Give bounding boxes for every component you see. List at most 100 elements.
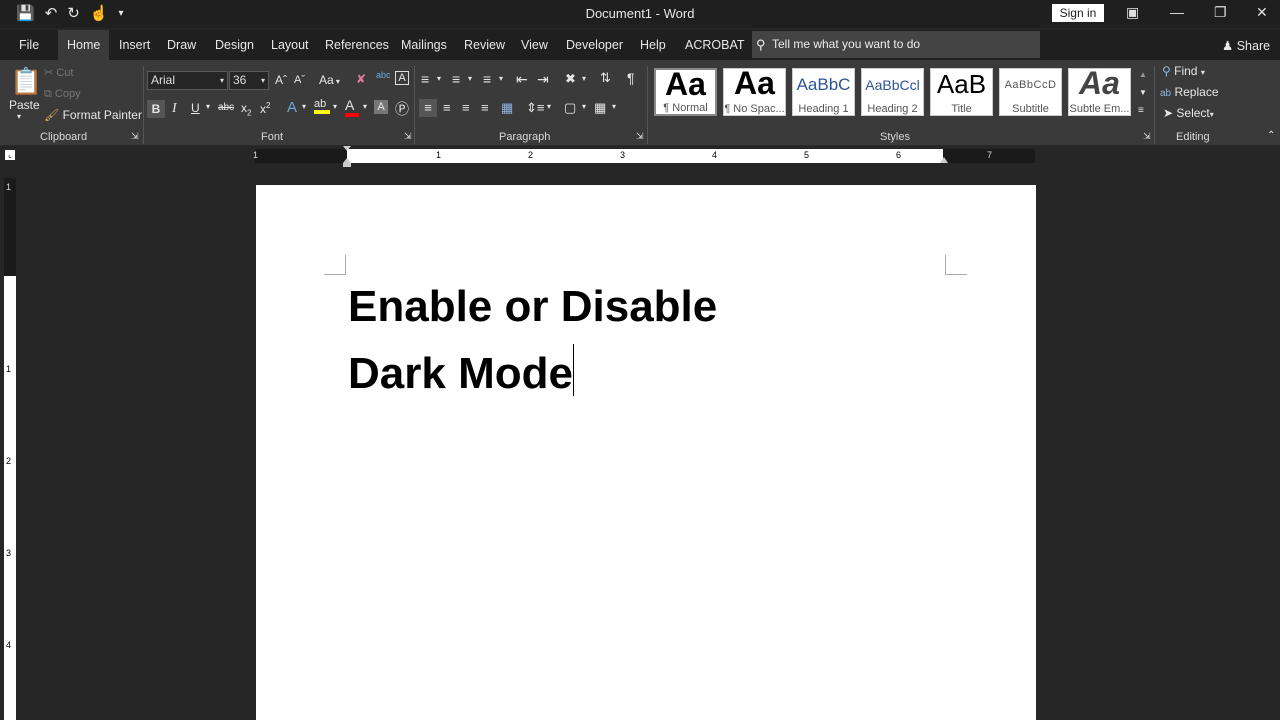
shading-dropdown-icon[interactable]: ▾ xyxy=(582,102,586,111)
font-color-dropdown-icon[interactable]: ▾ xyxy=(363,102,367,111)
borders-dropdown-icon[interactable]: ▾ xyxy=(612,102,616,111)
align-center-button[interactable]: ≡ xyxy=(443,100,451,115)
paragraph-launcher-icon[interactable]: ⇲ xyxy=(636,131,644,142)
character-border-icon[interactable]: A xyxy=(395,71,409,85)
restore-icon[interactable]: ❐ xyxy=(1214,4,1227,21)
change-case-button[interactable]: Aa ▾ xyxy=(319,73,340,87)
tab-acrobat[interactable]: ACROBAT xyxy=(676,30,754,60)
tab-view[interactable]: View xyxy=(512,30,557,60)
increase-indent-icon[interactable]: ⇥ xyxy=(537,71,549,88)
sign-in-button[interactable]: Sign in xyxy=(1052,4,1104,22)
text-effects-icon[interactable]: A xyxy=(287,99,297,116)
styles-more-icon[interactable]: ≡ xyxy=(1138,105,1144,116)
share-button[interactable]: ♟ Share xyxy=(1222,38,1270,53)
clear-formatting-icon[interactable]: ✘ xyxy=(356,72,366,86)
find-button[interactable]: ⚲ Find ▾ xyxy=(1162,64,1205,78)
ribbon-display-options-icon[interactable]: ▣ xyxy=(1126,4,1139,21)
tab-references[interactable]: References xyxy=(316,30,398,60)
font-launcher-icon[interactable]: ⇲ xyxy=(404,131,412,142)
bullets-dropdown-icon[interactable]: ▾ xyxy=(437,74,441,83)
font-size-select[interactable]: 36 ▾ xyxy=(229,71,269,90)
tell-me-search[interactable]: ⚲ Tell me what you want to do xyxy=(752,31,1040,58)
bold-button[interactable]: B xyxy=(147,100,165,118)
copy-button[interactable]: ⧉ Copy xyxy=(44,88,81,101)
style-subtle-emphasis[interactable]: Aa Subtle Em... xyxy=(1068,68,1131,116)
tab-help[interactable]: Help xyxy=(631,30,675,60)
highlight-icon[interactable]: ab​ xyxy=(314,98,330,114)
tab-selector-icon[interactable]: ⌞ xyxy=(5,150,15,160)
tab-draw[interactable]: Draw xyxy=(158,30,205,60)
clipboard-launcher-icon[interactable]: ⇲ xyxy=(131,131,139,142)
customize-qat-icon[interactable]: ▾ xyxy=(119,8,124,19)
sort-icon[interactable]: ⇅ xyxy=(600,70,611,86)
paste-button[interactable]: Paste xyxy=(9,98,40,112)
format-painter-button[interactable]: 🖌 Format Painter xyxy=(44,108,142,122)
tab-mailings[interactable]: Mailings xyxy=(392,30,456,60)
first-line-indent-marker[interactable] xyxy=(343,146,351,151)
line-spacing-dropdown-icon[interactable]: ▾ xyxy=(547,102,551,111)
save-icon[interactable]: 💾 xyxy=(16,4,35,22)
paste-dropdown-icon[interactable]: ▾ xyxy=(17,112,21,121)
tab-insert[interactable]: Insert xyxy=(110,30,159,60)
justify-button[interactable]: ≡ xyxy=(481,100,489,115)
document-page[interactable]: Enable or Disable Dark Mode xyxy=(256,185,1036,720)
style-subtitle[interactable]: AaBbCcD Subtitle xyxy=(999,68,1062,116)
bullets-icon[interactable]: ≡ xyxy=(421,71,429,87)
subscript-button[interactable]: x2 xyxy=(241,101,251,117)
style-no-spacing[interactable]: Aa ¶ No Spac... xyxy=(723,68,786,116)
tab-developer[interactable]: Developer xyxy=(557,30,632,60)
decrease-indent-icon[interactable]: ⇤ xyxy=(516,71,528,88)
strikethrough-button[interactable]: abc xyxy=(218,102,234,113)
multilevel-dropdown-icon[interactable]: ▾ xyxy=(499,74,503,83)
minimize-icon[interactable]: — xyxy=(1170,4,1184,20)
show-formatting-marks-icon[interactable]: ¶ xyxy=(627,70,635,86)
line-spacing-icon[interactable]: ⇕≡ xyxy=(526,100,544,116)
borders-icon[interactable]: ▦ xyxy=(594,100,606,116)
select-button[interactable]: ➤ Select▾ xyxy=(1163,106,1214,120)
right-indent-marker[interactable] xyxy=(940,157,948,163)
align-left-button[interactable]: ≡ xyxy=(419,99,437,117)
style-heading-2[interactable]: AaBbCcl Heading 2 xyxy=(861,68,924,116)
multilevel-list-icon[interactable]: ≡ xyxy=(483,71,491,87)
grow-font-icon[interactable]: Aˆ xyxy=(275,73,287,87)
align-right-button[interactable]: ≡ xyxy=(462,100,470,115)
document-body[interactable]: Enable or Disable Dark Mode xyxy=(348,273,717,407)
numbering-icon[interactable]: ≡ xyxy=(452,71,460,87)
asian-layout-dropdown-icon[interactable]: ▾ xyxy=(582,74,586,83)
cut-button[interactable]: ✂ Cut xyxy=(44,66,73,79)
numbering-dropdown-icon[interactable]: ▾ xyxy=(468,74,472,83)
styles-scroll-down-icon[interactable]: ▼ xyxy=(1139,88,1147,97)
underline-dropdown-icon[interactable]: ▾ xyxy=(206,102,210,111)
underline-button[interactable]: U xyxy=(191,101,200,115)
style-title[interactable]: AaB Title xyxy=(930,68,993,116)
vertical-ruler[interactable]: 1 1 2 3 4 xyxy=(4,178,16,720)
styles-scroll-up-icon[interactable]: ▲ xyxy=(1139,70,1147,79)
superscript-button[interactable]: x2 xyxy=(260,101,270,116)
style-normal[interactable]: Aa ¶ Normal xyxy=(654,68,717,116)
distributed-button[interactable]: ▦ xyxy=(501,100,513,116)
italic-button[interactable]: I xyxy=(172,101,177,117)
tab-file[interactable]: File xyxy=(10,30,48,60)
tab-layout[interactable]: Layout xyxy=(262,30,318,60)
touch-mode-icon[interactable]: ☝ xyxy=(90,4,109,22)
font-name-select[interactable]: Arial ▾ xyxy=(147,71,228,90)
undo-icon[interactable]: ↶ xyxy=(45,4,58,22)
redo-icon[interactable]: ↻ xyxy=(67,4,80,22)
styles-launcher-icon[interactable]: ⇲ xyxy=(1143,131,1151,142)
text-effects-dropdown-icon[interactable]: ▾ xyxy=(302,102,306,111)
font-color-icon[interactable]: A xyxy=(345,97,359,117)
collapse-ribbon-icon[interactable]: ⌃ xyxy=(1267,130,1275,141)
horizontal-ruler[interactable]: 1 1 2 3 4 5 6 7 xyxy=(253,149,1035,163)
shrink-font-icon[interactable]: Aˇ xyxy=(294,74,305,86)
left-indent-marker[interactable] xyxy=(343,163,351,167)
tab-review[interactable]: Review xyxy=(455,30,514,60)
shading-icon[interactable]: ▢ xyxy=(564,100,576,116)
style-heading-1[interactable]: AaBbC Heading 1 xyxy=(792,68,855,116)
replace-button[interactable]: ab Replace xyxy=(1160,85,1219,99)
asian-layout-icon[interactable]: ✖ xyxy=(565,71,576,87)
tab-home[interactable]: Home xyxy=(58,30,110,60)
highlight-dropdown-icon[interactable]: ▾ xyxy=(333,102,337,111)
enclose-characters-icon[interactable]: Ⓟ xyxy=(395,99,409,119)
phonetic-guide-icon[interactable]: abc xyxy=(376,70,391,80)
character-shading-icon[interactable]: A xyxy=(374,100,388,114)
